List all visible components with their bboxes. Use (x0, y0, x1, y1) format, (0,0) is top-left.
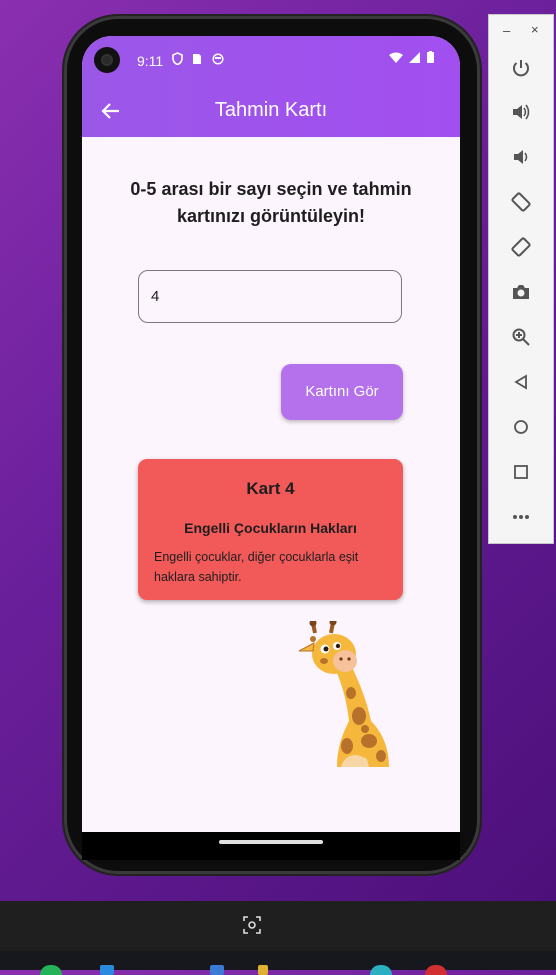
wifi-icon (388, 52, 403, 63)
number-input[interactable]: 4 (138, 270, 402, 323)
card-text: Engelli çocuklar, diğer çocuklarla eşit … (154, 550, 359, 584)
close-button[interactable]: × (531, 22, 539, 37)
taskbar-app-icon[interactable] (210, 965, 224, 975)
prediction-card: Kart 4 Engelli Çocukların Hakları Engell… (138, 459, 403, 600)
rotate-right-icon[interactable] (506, 232, 536, 262)
app-bar: Tahmin Kartı (82, 86, 460, 137)
home-gesture-pill[interactable] (219, 840, 323, 844)
app-screen: 9:11 Tahmin Kartı 0-5 arası bir sayı seç… (82, 36, 460, 832)
status-left-icons (172, 52, 224, 66)
power-icon[interactable] (506, 53, 536, 83)
desktop-taskbar (0, 951, 556, 970)
page-title: Tahmin Kartı (214, 99, 328, 121)
face-icon (212, 53, 224, 65)
front-camera (94, 47, 120, 73)
volume-down-icon[interactable] (506, 142, 536, 172)
camera-icon[interactable] (506, 277, 536, 307)
shield-icon (172, 52, 183, 66)
zoom-icon[interactable] (506, 322, 536, 352)
status-right-icons (388, 51, 434, 66)
status-time: 9:11 (137, 53, 164, 69)
sim-icon (193, 54, 202, 64)
battery-icon (427, 51, 434, 63)
more-icon[interactable] (506, 502, 536, 532)
instruction-text: 0-5 arası bir sayı seçin ve tahmin kartı… (130, 179, 412, 226)
card-subtitle: Engelli Çocukların Hakları (184, 520, 357, 536)
overview-square-icon[interactable] (506, 457, 536, 487)
signal-icon (409, 52, 421, 63)
home-circle-icon[interactable] (506, 412, 536, 442)
emulator-control-panel: – × (488, 14, 554, 544)
rotate-left-icon[interactable] (506, 187, 536, 217)
show-card-button[interactable]: Kartını Gör (281, 364, 403, 420)
giraffe-illustration (298, 621, 389, 767)
taskbar-app-icon[interactable] (100, 965, 114, 975)
card-title: Kart 4 (246, 479, 295, 498)
volume-up-icon[interactable] (506, 97, 536, 127)
emulator-bottom-bar (0, 901, 556, 951)
navigation-bar (82, 832, 460, 860)
minimize-button[interactable]: – (503, 23, 510, 38)
screenshot-icon[interactable] (241, 915, 263, 937)
status-bar: 9:11 (82, 36, 460, 86)
panel-window-controls: – × (489, 21, 555, 41)
back-triangle-icon[interactable] (506, 367, 536, 397)
taskbar-app-icon[interactable] (258, 965, 268, 975)
